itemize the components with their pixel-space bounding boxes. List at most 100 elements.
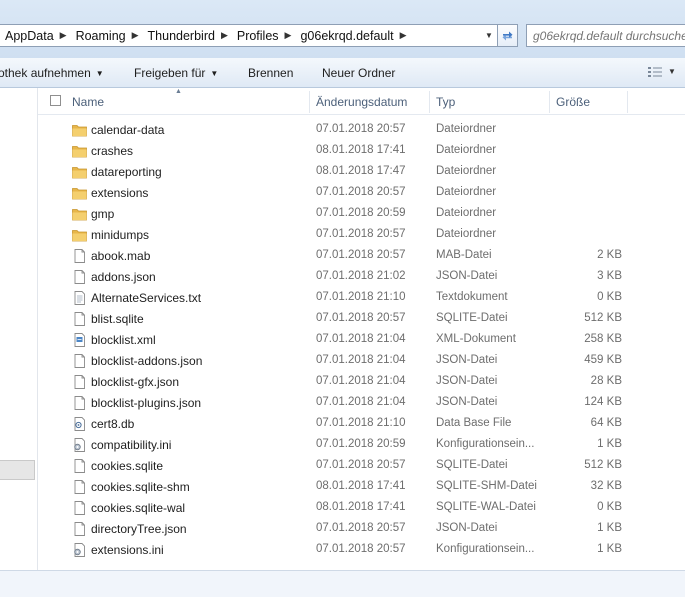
column-header-date[interactable]: Änderungsdatum (316, 95, 407, 109)
file-name: AlternateServices.txt (91, 291, 202, 305)
file-icon (72, 501, 87, 515)
file-icon (72, 375, 87, 389)
table-row[interactable]: blocklist.xml 07.01.2018 21:04 XML-Dokumen… (38, 330, 685, 351)
column-header-name[interactable]: Name (72, 95, 104, 109)
file-date: 07.01.2018 20:57 (316, 249, 406, 261)
file-date: 07.01.2018 20:57 (316, 228, 406, 240)
file-date: 07.01.2018 21:04 (316, 375, 406, 387)
breadcrumb-appdata[interactable]: AppData ▶ (0, 29, 71, 43)
file-type: JSON-Datei (436, 354, 498, 366)
chevron-right-icon[interactable]: ▶ (400, 30, 407, 41)
file-name: compatibility.ini (91, 438, 172, 452)
file-type: SQLITE-SHM-Datei (436, 480, 537, 492)
table-row[interactable]: directoryTree.json 07.01.2018 20:57 JSON-D… (38, 519, 685, 540)
file-type: Data Base File (436, 417, 512, 429)
column-header-row: ▲ Name Änderungsdatum Typ Größe (38, 88, 685, 115)
table-row[interactable]: blocklist-addons.json 07.01.2018 21:04 JSO… (38, 351, 685, 372)
sort-ascending-icon: ▲ (175, 88, 182, 95)
address-history-dropdown[interactable]: ▼ (480, 24, 498, 47)
file-name: addons.json (91, 270, 156, 284)
view-details-icon (648, 67, 662, 77)
file-name: cert8.db (91, 417, 135, 431)
breadcrumb-thunderbird[interactable]: Thunderbird ▶ (143, 29, 232, 43)
folder-icon (72, 165, 87, 179)
new-folder-button[interactable]: Neuer Ordner (322, 66, 395, 80)
file-date: 07.01.2018 21:04 (316, 396, 406, 408)
file-size: 3 KB (597, 270, 622, 282)
include-in-library-button[interactable]: othek aufnehmen ▼ (0, 66, 104, 80)
table-row[interactable]: addons.json 07.01.2018 21:02 JSON-Datei 3 K… (38, 267, 685, 288)
file-type: Konfigurationsein... (436, 543, 535, 555)
status-bar (0, 570, 685, 597)
search-input[interactable] (526, 24, 685, 47)
chevron-right-icon[interactable]: ▶ (132, 30, 139, 41)
folder-icon (72, 207, 87, 221)
file-name: blocklist-addons.json (91, 354, 203, 368)
breadcrumb-roaming[interactable]: Roaming ▶ (71, 29, 143, 43)
file-type: JSON-Datei (436, 522, 498, 534)
file-size: 258 KB (584, 333, 622, 345)
table-row[interactable]: crashes 08.01.2018 17:41 Dateiordner (38, 141, 685, 162)
change-view-button[interactable] (647, 66, 663, 81)
file-name: blocklist-plugins.json (91, 396, 202, 410)
table-row[interactable]: abook.mab 07.01.2018 20:57 MAB-Datei 2 KB (38, 246, 685, 267)
burn-button[interactable]: Brennen (248, 66, 293, 80)
table-row[interactable]: blist.sqlite 07.01.2018 20:57 SQLITE-Datei… (38, 309, 685, 330)
ini-file-icon (72, 543, 87, 557)
column-divider[interactable] (429, 91, 430, 113)
select-all-checkbox[interactable] (50, 95, 61, 106)
chevron-down-icon[interactable]: ▼ (668, 67, 676, 76)
column-divider[interactable] (309, 91, 310, 113)
column-header-size[interactable]: Größe (556, 95, 590, 109)
folder-icon (72, 123, 87, 137)
file-date: 07.01.2018 21:04 (316, 333, 406, 345)
file-size: 1 KB (597, 543, 622, 555)
table-row[interactable]: AlternateServices.txt 07.01.2018 21:10 Tex… (38, 288, 685, 309)
file-name: gmp (91, 207, 115, 221)
ini-file-icon (72, 438, 87, 452)
file-name: extensions.ini (91, 543, 164, 557)
file-date: 07.01.2018 21:02 (316, 270, 406, 282)
column-divider[interactable] (627, 91, 628, 113)
table-row[interactable]: extensions.ini 07.01.2018 20:57 Konfigurat… (38, 540, 685, 561)
table-row[interactable]: minidumps 07.01.2018 20:57 Dateiordner (38, 225, 685, 246)
column-divider[interactable] (549, 91, 550, 113)
file-size: 459 KB (584, 354, 622, 366)
file-icon (72, 270, 87, 284)
file-name: abook.mab (91, 249, 151, 263)
file-name: crashes (91, 144, 134, 158)
breadcrumb-profile-folder[interactable]: g06ekrqd.default ▶ (295, 29, 410, 43)
chevron-right-icon[interactable]: ▶ (60, 30, 67, 41)
refresh-button[interactable] (497, 24, 518, 47)
table-row[interactable]: extensions 07.01.2018 20:57 Dateiordner (38, 183, 685, 204)
chevron-right-icon[interactable]: ▶ (285, 30, 292, 41)
file-list[interactable]: ▲ Name Änderungsdatum Typ Größe calendar… (38, 88, 685, 570)
share-with-button[interactable]: Freigeben für ▼ (134, 66, 218, 80)
table-row[interactable]: gmp 07.01.2018 20:59 Dateiordner (38, 204, 685, 225)
table-row[interactable]: cert8.db 07.01.2018 21:10 Data Base File 64… (38, 414, 685, 435)
address-bar[interactable]: AppData ▶ Roaming ▶ Thunderbird ▶ Profiles ▶… (0, 24, 518, 47)
file-type: Textdokument (436, 291, 508, 303)
file-type: JSON-Datei (436, 396, 498, 408)
navigation-pane[interactable] (0, 88, 38, 570)
table-row[interactable]: compatibility.ini 07.01.2018 20:59 Konfigu… (38, 435, 685, 456)
table-row[interactable]: cookies.sqlite 07.01.2018 20:57 SQLITE-Dat… (38, 456, 685, 477)
chevron-right-icon[interactable]: ▶ (221, 30, 228, 41)
table-row[interactable]: blocklist-plugins.json 07.01.2018 21:04 JS… (38, 393, 685, 414)
file-date: 08.01.2018 17:41 (316, 501, 406, 513)
nav-selected-item[interactable] (0, 460, 35, 480)
table-row[interactable]: blocklist-gfx.json 07.01.2018 21:04 JSON-D… (38, 372, 685, 393)
table-row[interactable]: cookies.sqlite-wal 08.01.2018 17:41 SQLITE… (38, 498, 685, 519)
file-size: 32 KB (590, 480, 622, 492)
file-date: 07.01.2018 20:57 (316, 123, 406, 135)
table-row[interactable]: datareporting 08.01.2018 17:47 Dateiordner (38, 162, 685, 183)
column-header-type[interactable]: Typ (436, 95, 455, 109)
file-name: minidumps (91, 228, 150, 242)
table-row[interactable]: cookies.sqlite-shm 08.01.2018 17:41 SQLITE… (38, 477, 685, 498)
breadcrumb-profiles[interactable]: Profiles ▶ (232, 29, 296, 43)
file-date: 07.01.2018 20:57 (316, 459, 406, 471)
table-row[interactable]: calendar-data 07.01.2018 20:57 Dateiordner (38, 120, 685, 141)
chevron-down-icon: ▼ (95, 69, 104, 78)
chevron-down-icon: ▼ (210, 69, 219, 78)
file-size: 2 KB (597, 249, 622, 261)
